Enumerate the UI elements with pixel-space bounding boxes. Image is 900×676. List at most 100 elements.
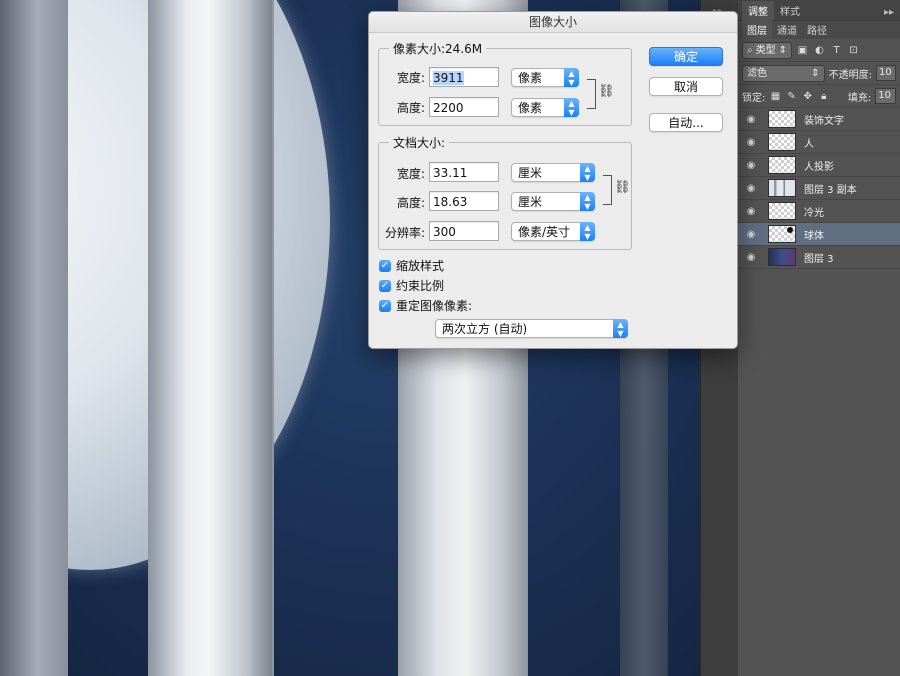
pixel-height-input[interactable]: 2200 [429,97,499,117]
tab-styles[interactable]: 样式 [774,1,806,20]
layer-name: 球体 [804,230,824,242]
type-filter-icon[interactable]: T [830,44,843,57]
pixel-height-unit: 像素 [518,101,543,115]
layer-row[interactable]: ◉ 图层 3 [738,246,900,269]
doc-height-unit-select[interactable]: 厘米 ▲ ▼ [511,192,595,211]
checkbox-label: 约束比例 [396,279,445,293]
doc-height-unit: 厘米 [518,195,543,209]
doc-height-value: 18.63 [433,195,468,209]
resolution-unit: 像素/英寸 [518,225,571,239]
resolution-input[interactable]: 300 [429,221,499,241]
doc-height-input[interactable]: 18.63 [429,191,499,211]
select-arrows-icon: ▲ ▼ [564,68,579,87]
opacity-input[interactable]: 10 [876,65,896,81]
select-arrows-icon: ▲ ▼ [580,222,595,241]
resolution-value: 300 [433,225,456,239]
auto-button[interactable]: 自动... [649,113,723,132]
pixel-width-unit-select[interactable]: 像素 ▲ ▼ [511,68,579,87]
layer-thumbnail [768,179,796,197]
ok-button[interactable]: 确定 [649,47,723,66]
layer-row[interactable]: ◉ 人投影 [738,154,900,177]
blend-mode-dropdown[interactable]: 滤色 ⇕ [742,64,825,82]
filter-row: ⌕ 类型 ⇕ ▣ ◐ T ⊡ [738,39,900,62]
layer-filter-dropdown[interactable]: ⌕ 类型 ⇕ [742,41,792,59]
doc-height-label: 高度: [396,196,425,210]
layer-thumbnail [768,133,796,151]
fill-input[interactable]: 10 [875,88,897,104]
visibility-eye-icon[interactable]: ◉ [744,252,758,263]
scale-styles-checkbox[interactable]: ✓ 缩放样式 [379,257,444,274]
fill-label: 填充: [847,92,872,104]
layer-thumbnail [768,225,796,243]
cancel-button[interactable]: 取消 [649,77,723,96]
panel-top-tabs: 调整 样式 ▸▸ [738,0,900,21]
resolution-label: 分辨率: [384,226,425,240]
tab-adjustments[interactable]: 调整 [742,1,774,20]
tab-layers[interactable]: 图层 [742,20,772,39]
shape-filter-icon[interactable]: ⊡ [847,44,860,57]
select-arrows-icon: ▲ ▼ [613,319,628,338]
column-2-edge [252,0,272,676]
resolution-unit-select[interactable]: 像素/英寸 ▲ ▼ [511,222,595,241]
visibility-eye-icon[interactable]: ◉ [744,229,758,240]
opacity-label: 不透明度: [828,69,873,81]
layer-row[interactable]: ◉ 冷光 [738,200,900,223]
panel-menu-icon[interactable]: ▸▸ [878,5,900,20]
visibility-eye-icon[interactable]: ◉ [744,137,758,148]
constrain-bracket [603,175,612,205]
lock-position-icon[interactable]: ✥ [802,90,814,103]
layer-row[interactable]: ◉ 人 [738,131,900,154]
doc-width-label: 宽度: [396,167,425,181]
visibility-eye-icon[interactable]: ◉ [744,160,758,171]
layer-thumbnail [768,156,796,174]
lock-label: 锁定: [742,92,766,104]
select-arrows-icon: ▲ ▼ [580,192,595,211]
layers-panel: 调整 样式 ▸▸ 图层 通道 路径 ⌕ 类型 ⇕ ▣ ◐ T ⊡ 滤色 ⇕ 不透… [738,0,900,676]
select-arrows-icon: ▲ ▼ [580,163,595,182]
layer-name: 图层 3 [804,253,834,265]
pixel-width-unit: 像素 [518,71,543,85]
checkmark-icon: ✓ [379,259,391,272]
pixel-width-value: 3911 [433,71,464,85]
visibility-eye-icon[interactable]: ◉ [744,206,758,217]
layer-thumbnail [768,110,796,128]
checkmark-icon: ✓ [379,299,391,312]
blend-row: 滤色 ⇕ 不透明度: 10 [738,62,900,85]
visibility-eye-icon[interactable]: ◉ [744,114,758,125]
doc-width-unit-select[interactable]: 厘米 ▲ ▼ [511,163,595,182]
doc-width-unit: 厘米 [518,166,543,180]
layer-name: 人投影 [804,161,834,173]
panel-sub-tabs: 图层 通道 路径 [738,20,900,39]
lock-all-icon[interactable]: 🔒︎ [818,90,830,103]
doc-width-input[interactable]: 33.11 [429,162,499,182]
dialog-title: 图像大小 [369,12,737,33]
layer-row[interactable]: ◉ 装饰文字 [738,108,900,131]
checkbox-label: 重定图像像素: [396,299,473,313]
constrain-proportions-checkbox[interactable]: ✓ 约束比例 [379,277,444,294]
tab-paths[interactable]: 路径 [802,20,832,39]
pixel-filter-icon[interactable]: ▣ [796,44,809,57]
resample-checkbox[interactable]: ✓ 重定图像像素: [379,297,472,314]
pixel-height-value: 2200 [433,101,464,115]
layer-row-selected[interactable]: ◉ 球体 [738,223,900,246]
layer-name: 装饰文字 [804,115,844,127]
layer-mask-dot [787,227,793,233]
doc-width-value: 33.11 [433,166,468,180]
document-size-legend: 文档大小: [389,134,450,151]
pixel-height-unit-select[interactable]: 像素 ▲ ▼ [511,98,579,117]
layer-thumbnail [768,202,796,220]
adjustment-filter-icon[interactable]: ◐ [813,44,826,57]
lock-transparent-icon[interactable]: ▦ [769,90,781,103]
pixel-width-input[interactable]: 3911 [429,67,499,87]
resample-method-select[interactable]: 两次立方 (自动) ▲ ▼ [435,319,628,338]
layer-filter-label: 类型 [755,44,776,56]
blend-mode-label: 滤色 [747,67,767,79]
pixel-width-label: 宽度: [396,71,425,85]
visibility-eye-icon[interactable]: ◉ [744,183,758,194]
document-size-group: 文档大小: 宽度: 33.11 厘米 ▲ ▼ 高度: 18.63 厘米 ▲ ▼ 分辨… [378,134,632,250]
layer-row[interactable]: ◉ 图层 3 副本 [738,177,900,200]
lock-brush-icon[interactable]: ✎ [786,90,798,103]
tab-channels[interactable]: 通道 [772,20,802,39]
layer-thumbnail [768,248,796,266]
layers-list: ◉ 装饰文字 ◉ 人 ◉ 人投影 ◉ 图层 3 副本 ◉ 冷光 ◉ 球体 ◉ 图… [738,108,900,269]
